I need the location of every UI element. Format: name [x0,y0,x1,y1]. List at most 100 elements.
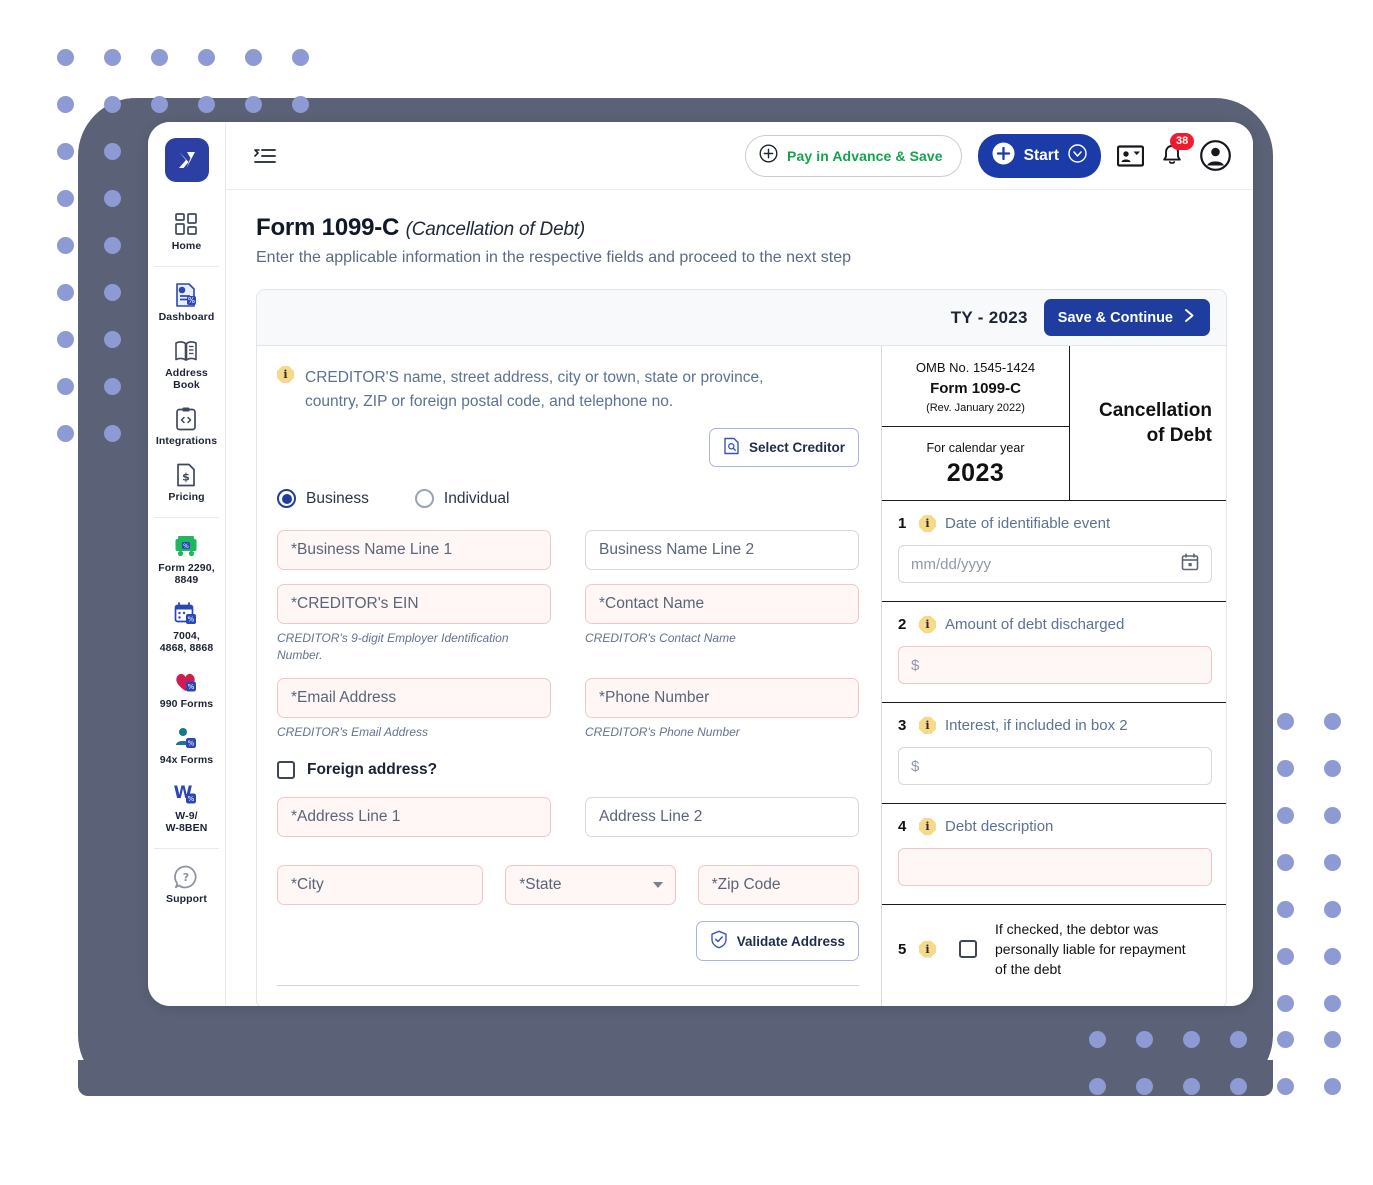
foreign-address-row[interactable]: Foreign address? [277,761,859,779]
chevron-down-icon[interactable] [1068,143,1087,168]
omb-left-column: OMB No. 1545-1424 Form 1099-C (Rev. Janu… [882,346,1070,500]
omb-number: OMB No. 1545-1424 [915,360,1036,375]
user-avatar-icon[interactable] [1200,140,1231,171]
contact-name-cell: CREDITOR's Contact Name [585,584,859,664]
city-state-zip-row [277,865,859,905]
menu-collapse-icon[interactable] [254,147,276,165]
info-icon[interactable]: i [277,366,294,383]
form-title-block: Cancellation of Debt [1070,346,1226,500]
logo-x-icon [178,152,195,168]
business-name-line-2-input[interactable] [585,530,859,570]
notification-count-badge: 38 [1170,133,1195,150]
address-line1-input[interactable] [277,797,551,837]
decorative-dot [1277,948,1294,965]
info-icon[interactable]: i [919,717,936,734]
creditor-heading-line1: CREDITOR'S name, street address, city or… [305,369,764,386]
sidebar-item-w-9-w-8ben[interactable]: W% W-9/W-8BEN [154,774,219,842]
notification-bell-icon[interactable]: 38 [1160,133,1195,168]
start-button[interactable]: Start [977,133,1101,178]
page-title-main: Form 1099-C [256,214,400,241]
box-3-input[interactable]: $ [898,747,1212,785]
info-icon[interactable]: i [919,616,936,633]
creditor-s-ein-input[interactable] [277,584,551,624]
box-2-number: 2 [898,616,907,633]
sidebar-item-integrations[interactable]: Integrations [154,399,219,455]
address-lines-row [277,797,859,851]
save-and-continue-button[interactable]: Save & Continue [1043,299,1210,336]
decorative-dot [198,49,215,66]
info-icon[interactable]: i [919,940,936,958]
decorative-dot [57,143,74,160]
decorative-dot [57,96,74,113]
pay-in-advance-label: Pay in Advance & Save [787,147,943,164]
form-title-line2: of Debt [1146,425,1212,446]
sidebar-item-label: Dashboard [158,311,215,323]
pay-in-advance-button[interactable]: Pay in Advance & Save [745,134,962,177]
integrations-code-icon [173,406,199,432]
info-icon[interactable]: i [919,515,936,532]
box-5-line2: personally liable for repayment [995,941,1186,957]
box-4-input[interactable] [898,848,1212,886]
brand-logo[interactable] [164,138,209,182]
calendar-year-block: For calendar year 2023 [882,427,1069,500]
contact-name-input[interactable] [585,584,859,624]
sidebar-item-label: 990 Forms [159,698,214,710]
box-2-input[interactable]: $ [898,646,1212,684]
heart-icon: % [173,669,199,695]
sidebar-item-home[interactable]: Home [154,204,219,260]
radio-option-individual[interactable]: Individual [414,489,509,508]
omb-info-block: OMB No. 1545-1424 Form 1099-C (Rev. Janu… [882,346,1069,427]
radio-option-business[interactable]: Business [277,489,369,508]
pricing-dollar-icon: $ [173,462,199,488]
form-card-header: TY - 2023 Save & Continue [257,290,1226,346]
sidebar-item-form-2290-8849[interactable]: % Form 2290, 8849 [154,526,219,594]
box-1-input[interactable]: mm/dd/yyyy [898,545,1212,583]
email-address-input[interactable] [277,678,551,718]
foreign-address-checkbox[interactable] [277,761,295,779]
validate-address-button[interactable]: Validate Address [695,921,859,961]
decorative-dot [245,49,262,66]
contact-name-hint: CREDITOR's Contact Name [585,631,736,645]
decorative-dot [1324,995,1341,1012]
truck-icon: % [173,533,199,559]
business-name-line-1-input[interactable] [277,530,551,570]
sidebar-group-2: % Form 2290, 8849% 7004, 4868, 8868% 990 Form… [153,517,220,848]
sidebar-item-dashboard[interactable]: % Dashboard [154,275,219,331]
decorative-dot [1277,854,1294,871]
radio-mark[interactable] [414,489,434,508]
sidebar-item-address-book[interactable]: Address Book [154,331,219,399]
city-input[interactable] [277,865,484,905]
shield-check-icon [710,930,728,952]
entity-type-radio-group: Business Individual [277,489,859,508]
decorative-dot [1277,1031,1294,1048]
info-icon[interactable]: i [919,818,936,835]
decorative-dot [57,425,74,442]
w-forms-icon: W% [173,781,199,807]
sidebar-item-label: Integrations [155,435,218,447]
contact-card-icon[interactable] [1117,144,1144,167]
phone-number-cell: CREDITOR's Phone Number [585,678,859,741]
sidebar-item-7004-4868-8868[interactable]: % 7004, 4868, 8868 [154,594,219,662]
email-address-hint: CREDITOR's Email Address [277,725,428,739]
box-5-line1: If checked, the debtor was [995,921,1159,937]
sidebar-item-pricing[interactable]: $ Pricing [154,455,219,511]
sidebar-item-label: Support [166,893,207,905]
address-line2-input[interactable] [585,797,859,837]
calendar-picker-icon[interactable] [1181,553,1199,575]
sidebar-item-94x-forms[interactable]: % 94x Forms [154,718,219,774]
sidebar-item-label: Pricing [168,491,205,503]
section-divider [277,985,859,986]
sidebar-item-990-forms[interactable]: % 990 Forms [154,662,219,718]
zip-code-input[interactable] [697,865,859,905]
box-5-checkbox[interactable] [959,940,977,958]
phone-number-input[interactable] [585,678,859,718]
state-select[interactable] [505,865,676,905]
box-2-header: 2 i Amount of debt discharged [898,616,1212,633]
page-title: Form 1099-C (Cancellation of Debt) [256,214,1227,242]
select-creditor-button[interactable]: Select Creditor [708,428,859,467]
radio-mark[interactable] [277,489,296,508]
sidebar: Home% Dashboard Address Book Integrations $ Pr… [148,122,226,1006]
sidebar-item-support[interactable]: ? Support [154,857,219,913]
box-1-header: 1 i Date of identifiable event [898,515,1212,532]
page-title-sub: (Cancellation of Debt) [405,219,586,240]
